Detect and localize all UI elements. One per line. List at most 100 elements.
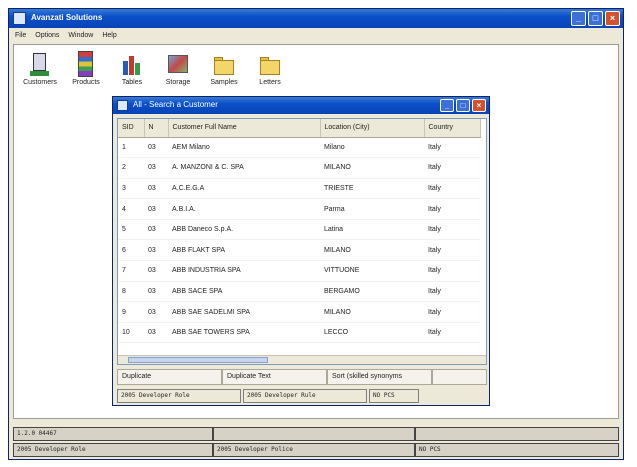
table-cell: A.B.I.A. bbox=[168, 198, 320, 220]
table-cell: Italy bbox=[424, 137, 480, 159]
child-titlebar[interactable]: All - Search a Customer _ □ × bbox=[113, 97, 489, 114]
table-cell: ABB FLAKT SPA bbox=[168, 239, 320, 262]
child-status-bar: 2005 Developer Role 2005 Developer Rule … bbox=[117, 389, 487, 403]
status-bar-top: 1.2.0 04467 bbox=[13, 427, 619, 441]
table-cell: 6 bbox=[118, 239, 144, 262]
app-icon bbox=[13, 12, 26, 25]
table-row[interactable]: 1 03 AEM Milano Milano Italy bbox=[118, 137, 480, 159]
main-titlebar[interactable]: Avanzati Solutions _ □ × bbox=[9, 9, 623, 28]
table-row[interactable]: 8 03 ABB SACE SPA BERGAMO Italy bbox=[118, 281, 480, 303]
table-cell: 3 bbox=[118, 178, 144, 200]
toolbar-tables-button[interactable]: Tables bbox=[112, 51, 152, 86]
duplicate-button[interactable]: Duplicate bbox=[117, 369, 222, 385]
table-cell: 9 bbox=[118, 301, 144, 323]
status-bar-bottom: 2005 Developer Role 2005 Developer Polic… bbox=[13, 443, 619, 457]
table-cell: 8 bbox=[118, 281, 144, 303]
folder-icon bbox=[258, 51, 282, 77]
toolbar-label: Letters bbox=[259, 79, 281, 86]
table-row[interactable]: 3 03 A.C.E.G.A TRIESTE Italy bbox=[118, 178, 480, 200]
child-maximize-button[interactable]: □ bbox=[456, 99, 470, 112]
table-row[interactable]: 10 03 ABB SAE TOWERS SPA LECCO Italy bbox=[118, 322, 480, 344]
menu-options[interactable]: Options bbox=[35, 32, 59, 39]
table-row[interactable]: 6 03 ABB FLAKT SPA MILANO Italy bbox=[118, 239, 480, 262]
table-cell: 1 bbox=[118, 137, 144, 159]
status-version: 1.2.0 04467 bbox=[13, 427, 213, 441]
column-header-location[interactable]: Location (City) bbox=[320, 119, 425, 138]
child-status-pcs: NO PCS bbox=[369, 389, 419, 403]
status-role: 2005 Developer Role bbox=[13, 443, 213, 457]
table-cell: A.C.E.G.A bbox=[168, 178, 320, 200]
sort-button[interactable]: Sort (skilled synonyms bbox=[327, 369, 432, 385]
table-cell: A. MANZONI & C. SPA bbox=[168, 157, 320, 179]
customers-icon bbox=[28, 51, 52, 77]
table-cell: 2 bbox=[118, 157, 144, 179]
child-status-role: 2005 Developer Role bbox=[117, 389, 241, 403]
table-cell: 4 bbox=[118, 198, 144, 220]
table-row[interactable]: 9 03 ABB SAE SADELMI SPA MILANO Italy bbox=[118, 301, 480, 323]
table-cell: Italy bbox=[424, 178, 480, 200]
horizontal-scrollbar[interactable] bbox=[118, 355, 486, 364]
column-header-customer-name[interactable]: Customer Full Name bbox=[168, 119, 321, 138]
toolbar-customers-button[interactable]: Customers bbox=[20, 51, 60, 86]
column-header-sid[interactable]: SID bbox=[118, 119, 145, 138]
toolbar-label: Storage bbox=[165, 79, 191, 86]
table-row[interactable]: 4 03 A.B.I.A. Parma Italy bbox=[118, 198, 480, 220]
table-cell: Italy bbox=[424, 219, 480, 241]
table-cell: ABB SACE SPA bbox=[168, 281, 320, 303]
toolbar-storage-button[interactable]: Storage bbox=[158, 51, 198, 86]
toolbar: Customers Products Tables Storage Sample… bbox=[20, 51, 290, 86]
table-cell: 7 bbox=[118, 260, 144, 282]
products-icon bbox=[74, 51, 98, 77]
table-row[interactable]: 5 03 ABB Daneco S.p.A. Latina Italy bbox=[118, 219, 480, 241]
table-cell: ABB SAE SADELMI SPA bbox=[168, 301, 320, 323]
maximize-button[interactable]: □ bbox=[588, 11, 603, 26]
column-header-n[interactable]: N bbox=[144, 119, 169, 138]
table-cell: 03 bbox=[144, 198, 168, 220]
table-cell: Parma bbox=[320, 198, 424, 220]
minimize-button[interactable]: _ bbox=[571, 11, 586, 26]
table-cell: TRIESTE bbox=[320, 178, 424, 200]
child-minimize-button[interactable]: _ bbox=[440, 99, 454, 112]
tables-icon bbox=[120, 51, 144, 77]
table-cell: 03 bbox=[144, 157, 168, 179]
table-cell: MILANO bbox=[320, 157, 424, 179]
table-cell: 10 bbox=[118, 322, 144, 344]
table-cell: ABB SAE TOWERS SPA bbox=[168, 322, 320, 344]
customer-grid[interactable]: SID N Customer Full Name Location (City)… bbox=[117, 118, 487, 365]
table-row[interactable]: 7 03 ABB INDUSTRIA SPA VITTUONE Italy bbox=[118, 260, 480, 282]
scrollbar-thumb[interactable] bbox=[128, 357, 268, 363]
toolbar-letters-button[interactable]: Letters bbox=[250, 51, 290, 86]
toolbar-samples-button[interactable]: Samples bbox=[204, 51, 244, 86]
menu-file[interactable]: File bbox=[15, 32, 26, 39]
toolbar-label: Samples bbox=[210, 79, 238, 86]
table-cell: VITTUONE bbox=[320, 260, 424, 282]
storage-icon bbox=[166, 51, 190, 77]
table-cell: ABB INDUSTRIA SPA bbox=[168, 260, 320, 282]
status-panel bbox=[415, 427, 619, 441]
table-row[interactable]: 2 03 A. MANZONI & C. SPA MILANO Italy bbox=[118, 157, 480, 179]
table-cell: 03 bbox=[144, 219, 168, 241]
table-cell: 5 bbox=[118, 219, 144, 241]
duplicate-text-button[interactable]: Duplicate Text bbox=[222, 369, 327, 385]
column-header-country[interactable]: Country bbox=[424, 119, 481, 138]
close-button[interactable]: × bbox=[605, 11, 620, 26]
status-police: 2005 Developer Police bbox=[213, 443, 415, 457]
button-row-filler bbox=[432, 369, 487, 385]
table-cell: Milano bbox=[320, 137, 424, 159]
menu-help[interactable]: Help bbox=[102, 32, 116, 39]
table-cell: MILANO bbox=[320, 301, 424, 323]
menu-window[interactable]: Window bbox=[68, 32, 93, 39]
toolbar-label: Tables bbox=[121, 79, 143, 86]
status-pcs: NO PCS bbox=[415, 443, 619, 457]
folder-icon bbox=[212, 51, 236, 77]
table-cell: Italy bbox=[424, 157, 480, 179]
child-close-button[interactable]: × bbox=[472, 99, 486, 112]
table-cell: BERGAMO bbox=[320, 281, 424, 303]
toolbar-products-button[interactable]: Products bbox=[66, 51, 106, 86]
table-cell: Italy bbox=[424, 301, 480, 323]
table-cell: 03 bbox=[144, 239, 168, 262]
search-customer-window: All - Search a Customer _ □ × SID N Cust… bbox=[112, 96, 490, 406]
table-cell: 03 bbox=[144, 178, 168, 200]
table-cell: 03 bbox=[144, 137, 168, 159]
window-title: Avanzati Solutions bbox=[31, 13, 103, 22]
